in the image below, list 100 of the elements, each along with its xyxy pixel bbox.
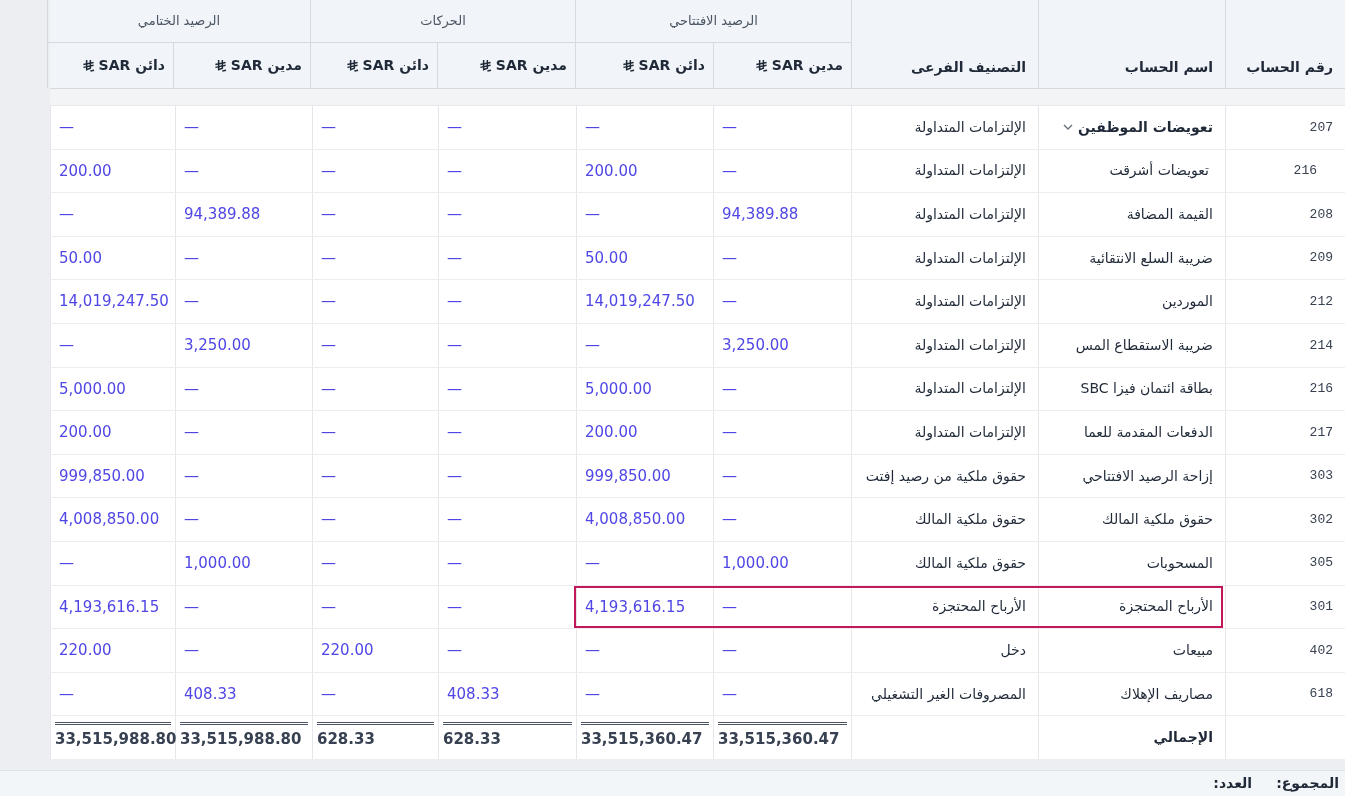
amount-cell-text: 5,000.00 <box>585 378 652 400</box>
amount-cell-text: — <box>59 204 74 226</box>
amount-cell-text: 4,008,850.00 <box>585 509 686 531</box>
amount-cell-text: — <box>321 291 336 313</box>
total-amount: 33,515,988.80 <box>180 729 302 751</box>
subcategory-cell-text: الأرباح المحتجزة <box>932 596 1026 617</box>
amount-cell-text: — <box>184 640 199 662</box>
amount-cell-text: — <box>321 160 336 182</box>
column-header[interactable]: دائن SAR <box>576 43 713 88</box>
amount-cell-text: — <box>184 378 199 400</box>
column-header[interactable]: دائن SAR <box>311 43 437 88</box>
account-number: 216 <box>1293 162 1318 181</box>
account-name[interactable]: ضريبة الاستقطاع المس <box>1075 334 1213 356</box>
subcategory-cell-text: دخل <box>1000 640 1026 660</box>
amount-cell-text: — <box>585 683 600 705</box>
riyal-sign-icon <box>213 59 227 72</box>
account-number: 214 <box>1309 336 1333 355</box>
account-name[interactable]: الموردين <box>1161 291 1213 313</box>
account-number: 212 <box>1309 292 1333 311</box>
amount-cell-text: 4,008,850.00 <box>59 509 160 531</box>
account-number: 217 <box>1309 423 1333 442</box>
account-number: 305 <box>1309 554 1333 573</box>
sum-label: المجموع: <box>1276 774 1339 794</box>
column-header[interactable]: التصنيف الفرعى <box>851 0 1038 88</box>
column-header[interactable]: اسم الحساب <box>1038 0 1225 88</box>
amount-cell-text: 5,000.00 <box>59 378 126 400</box>
subcategory-cell-text: الإلتزامات المتداولة <box>914 335 1026 356</box>
account-number: 208 <box>1309 205 1333 224</box>
column-header[interactable]: رقم الحساب <box>1225 0 1345 88</box>
amount-cell-text: 200.00 <box>59 160 112 182</box>
account-number: 302 <box>1309 510 1333 529</box>
subcategory-cell-text: الإلتزامات المتداولة <box>914 292 1026 312</box>
amount-cell-text: — <box>184 509 199 531</box>
amount-cell-text: 94,389.88 <box>184 204 261 226</box>
amount-cell-text: — <box>447 117 462 139</box>
column-header[interactable]: دائن SAR <box>48 43 173 88</box>
account-name[interactable]: ضريبة السلع الانتقائية <box>1089 247 1213 269</box>
amount-cell-text: — <box>321 553 336 574</box>
account-name[interactable]: مصاريف الإهلاك <box>1120 683 1213 705</box>
amount-cell-text: — <box>184 160 199 182</box>
amount-cell-text: 3,250.00 <box>184 335 251 356</box>
total-amount: 33,515,360.47 <box>581 729 703 751</box>
total-amount: 628.33 <box>443 729 501 751</box>
amount-cell-text: — <box>59 335 74 356</box>
amount-cell-text: 200.00 <box>59 422 112 444</box>
account-name[interactable]: الدفعات المقدمة للعما <box>1084 421 1213 443</box>
amount-cell-text: 999,850.00 <box>59 465 145 487</box>
account-number: 209 <box>1309 249 1333 268</box>
account-name[interactable]: حقوق ملكية المالك <box>1102 509 1213 531</box>
account-name[interactable]: تعويضات أشرقت <box>1109 160 1213 182</box>
column-header[interactable]: مدين SAR <box>437 43 575 88</box>
total-label: الإجمالي <box>1153 728 1213 748</box>
amount-cell-text: — <box>447 160 462 182</box>
column-header[interactable]: مدين SAR <box>173 43 310 88</box>
subcategory-cell-text: حقوق ملكية من رصيد إفتت <box>865 466 1026 487</box>
amount-cell-text: — <box>585 204 600 226</box>
amount-cell-text: — <box>722 640 737 662</box>
subcategory-cell-text: المصروفات الغير التشغيلي <box>871 684 1026 705</box>
amount-cell-text: — <box>447 465 462 487</box>
amount-cell-text: 408.33 <box>184 683 237 705</box>
amount-cell-text: — <box>447 553 462 574</box>
account-name[interactable]: الأرباح المحتجزة <box>1119 596 1213 618</box>
column-group-header: الرصيد الختامي <box>48 0 310 43</box>
amount-cell-text: 14,019,247.50 <box>585 291 695 313</box>
riyal-sign-icon <box>754 59 768 72</box>
amount-cell-text: — <box>722 596 737 618</box>
amount-cell-text: — <box>321 596 336 618</box>
amount-cell-text: — <box>722 247 737 269</box>
account-name[interactable]: تعويضات الموظفين <box>1078 116 1213 138</box>
amount-cell-text: 200.00 <box>585 422 638 444</box>
column-header[interactable]: مدين SAR <box>713 43 851 88</box>
amount-cell-text: 4,193,616.15 <box>585 596 686 618</box>
account-name[interactable]: القيمة المضافة <box>1126 204 1213 225</box>
amount-cell-text: — <box>585 640 600 662</box>
amount-cell-text: — <box>447 422 462 444</box>
account-name[interactable]: مبيعات <box>1172 639 1213 661</box>
total-amount: 33,515,360.47 <box>718 729 840 751</box>
amount-cell-text: — <box>722 509 737 531</box>
amount-cell-text: 1,000.00 <box>184 553 251 574</box>
account-name[interactable]: إزاحة الرصيد الافتتاحي <box>1082 465 1213 487</box>
amount-cell-text: — <box>722 291 737 313</box>
amount-cell-text: — <box>59 553 74 574</box>
account-name[interactable]: بطاقة ائتمان فيزا SBC <box>1080 378 1213 400</box>
amount-cell-text: — <box>585 335 600 356</box>
amount-cell-text: — <box>184 465 199 487</box>
subcategory-cell-text: الإلتزامات المتداولة <box>914 117 1026 138</box>
account-name[interactable]: المسحوبات <box>1146 552 1213 574</box>
amount-cell-text: 94,389.88 <box>722 204 799 226</box>
column-group-header: الحركات <box>311 0 575 43</box>
amount-cell-text: — <box>447 247 462 269</box>
amount-cell-text: — <box>447 291 462 313</box>
amount-cell-text: — <box>447 596 462 618</box>
subcategory-cell-text: الإلتزامات المتداولة <box>914 161 1026 181</box>
account-number: 301 <box>1309 598 1333 617</box>
account-number: 216 <box>1309 380 1333 399</box>
amount-cell-text: — <box>447 335 462 356</box>
amount-cell-text: — <box>184 291 199 313</box>
amount-cell-text: 220.00 <box>59 640 112 662</box>
amount-cell-text: — <box>585 117 600 139</box>
riyal-sign-icon <box>345 59 359 72</box>
